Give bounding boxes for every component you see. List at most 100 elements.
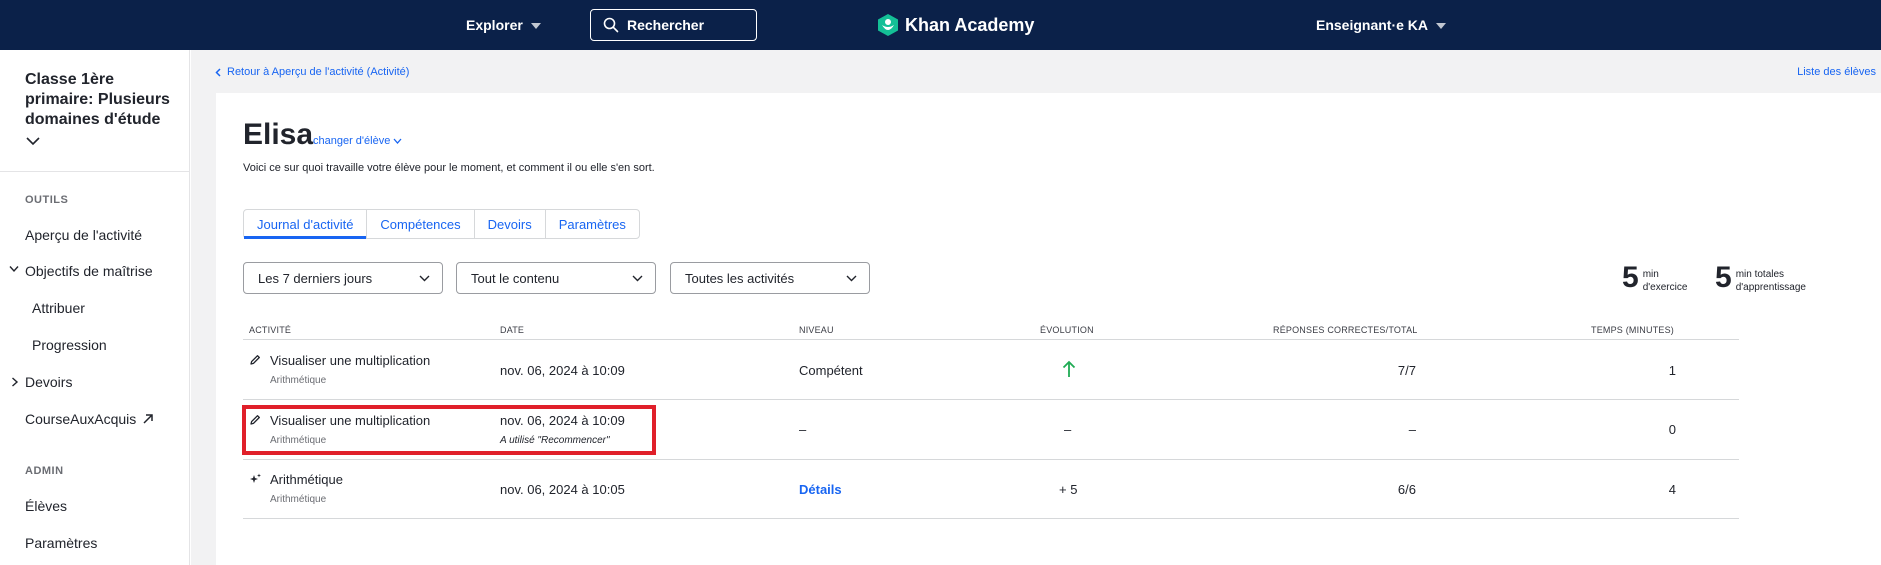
column-header-evolution[interactable]: ÉVOLUTION	[1040, 325, 1094, 335]
student-name: Elisa	[243, 118, 314, 151]
content-select-value: Tout le contenu	[471, 270, 560, 286]
admin-section-label: ADMIN	[25, 465, 64, 477]
back-link-label: Retour à Aperçu de l'activité (Activité)	[227, 66, 410, 78]
activity-subject: Arithmétique	[270, 375, 327, 386]
activity-evolution: –	[1064, 422, 1072, 437]
sidebar-item-assign[interactable]: Attribuer	[32, 300, 85, 316]
search-icon	[603, 17, 619, 33]
table-divider	[243, 339, 1739, 340]
intro-text: Voici ce sur quoi travaille votre élève …	[243, 162, 655, 174]
explore-menu-button[interactable]: Explorer	[466, 0, 541, 50]
caret-down-icon	[1436, 23, 1447, 29]
sidebar-item-students[interactable]: Élèves	[25, 498, 67, 514]
tab-activity-log[interactable]: Journal d'activité	[244, 210, 368, 239]
column-header-time[interactable]: TEMPS (MINUTES)	[1591, 325, 1674, 335]
column-header-level[interactable]: NIVEAU	[799, 325, 834, 335]
class-title: Classe 1ère primaire: Plusieurs domaines…	[25, 71, 170, 128]
sidebar-item-assignments[interactable]: Devoirs	[25, 374, 72, 390]
activity-level: –	[799, 422, 807, 437]
activity-evolution: + 5	[1059, 482, 1078, 497]
correct-total: –	[1408, 422, 1416, 437]
stat-unit: min totales	[1735, 269, 1785, 280]
table-divider	[243, 459, 1739, 460]
sidebar-item-label: Attribuer	[32, 300, 85, 316]
period-select[interactable]: Les 7 derniers jours	[243, 262, 443, 294]
activity-level: Compétent	[799, 363, 863, 378]
tab-label: Compétences	[380, 216, 461, 232]
user-label: Enseignant·e KA	[1316, 17, 1429, 33]
column-header-correct-total[interactable]: RÉPONSES CORRECTES/TOTAL	[1273, 325, 1418, 335]
chevron-left-icon	[215, 67, 221, 77]
activity-subject: Arithmétique	[270, 494, 327, 505]
highlight-box	[242, 405, 656, 455]
activity-date: nov. 06, 2024 à 10:09	[500, 363, 625, 378]
stat-unit: min	[1642, 269, 1659, 280]
top-navigation-bar: Explorer Rechercher Khan Academy Enseign…	[0, 0, 1881, 50]
time-minutes: 0	[1668, 422, 1676, 437]
column-header-activity[interactable]: ACTIVITÉ	[249, 325, 291, 335]
exercise-minutes-stat: 5 min d'exercice	[1622, 262, 1687, 294]
tab-skills[interactable]: Compétences	[367, 210, 475, 238]
learning-minutes-stat: 5 min totales d'apprentissage	[1715, 262, 1806, 294]
sidebar-item-label: Paramètres	[25, 535, 98, 551]
details-link[interactable]: Détails	[799, 482, 842, 497]
sidebar-item-course-challenge[interactable]: CourseAuxAcquis	[25, 411, 154, 427]
sidebar: Classe 1ère primaire: Plusieurs domaines…	[0, 50, 190, 565]
activity-title[interactable]: Visualiser une multiplication	[270, 353, 430, 368]
logo-text: Khan Academy	[905, 14, 1035, 35]
stat-caption: min totales d'apprentissage	[1736, 262, 1806, 294]
pencil-icon	[250, 355, 260, 365]
correct-total: 6/6	[1397, 482, 1416, 497]
chevron-down-icon	[846, 275, 857, 281]
khan-academy-logo[interactable]: Khan Academy	[877, 0, 1034, 50]
stat-label: d'exercice	[1642, 282, 1688, 293]
activities-select-value: Toutes les activités	[685, 270, 795, 286]
sidebar-item-settings[interactable]: Paramètres	[25, 535, 97, 551]
period-select-value: Les 7 derniers jours	[258, 270, 373, 286]
tab-label: Journal d'activité	[257, 216, 354, 232]
sidebar-item-label: Progression	[32, 337, 107, 353]
content-select[interactable]: Tout le contenu	[456, 262, 656, 294]
sidebar-divider	[0, 171, 190, 172]
sidebar-item-label: Devoirs	[25, 374, 73, 390]
chevron-down-icon	[393, 138, 402, 144]
khan-academy-logo-icon	[878, 14, 898, 36]
arrow-up-icon	[1062, 360, 1076, 377]
sidebar-item-label: Aperçu de l'activité	[25, 227, 143, 243]
stat-label: d'apprentissage	[1735, 282, 1806, 293]
sidebar-item-activity-overview[interactable]: Aperçu de l'activité	[25, 227, 142, 243]
change-student-label: changer d'élève	[313, 135, 391, 147]
time-minutes: 4	[1668, 482, 1676, 497]
activity-title[interactable]: Arithmétique	[270, 472, 343, 487]
search-input[interactable]: Rechercher	[590, 9, 757, 41]
tab-assignments[interactable]: Devoirs	[475, 210, 546, 238]
sidebar-item-mastery-goals[interactable]: Objectifs de maîtrise	[25, 263, 153, 279]
search-label: Rechercher	[627, 17, 705, 33]
sparkle-icon	[250, 473, 261, 483]
tab-label: Devoirs	[487, 216, 532, 232]
tab-settings[interactable]: Paramètres	[546, 210, 639, 238]
sidebar-item-progress[interactable]: Progression	[32, 337, 107, 353]
chevron-right-icon[interactable]	[11, 377, 19, 387]
chevron-down-icon	[419, 275, 430, 281]
student-list-link[interactable]: Liste des élèves	[1797, 66, 1876, 78]
chevron-down-icon[interactable]	[26, 136, 40, 146]
correct-total: 7/7	[1397, 363, 1416, 378]
stat-caption: min d'exercice	[1643, 262, 1688, 294]
tools-section-label: OUTILS	[25, 194, 69, 206]
caret-down-icon	[530, 23, 541, 29]
user-menu-button[interactable]: Enseignant·e KA	[1316, 0, 1447, 50]
table-divider	[243, 518, 1739, 519]
tab-label: Paramètres	[558, 216, 626, 232]
explore-label: Explorer	[466, 17, 523, 33]
stat-value: 5	[1622, 261, 1639, 294]
column-header-date[interactable]: DATE	[500, 325, 524, 335]
chevron-down-icon[interactable]	[9, 265, 19, 273]
tab-bar: Journal d'activité Compétences Devoirs P…	[243, 209, 640, 239]
change-student-button[interactable]: changer d'élève	[313, 135, 402, 147]
activities-select[interactable]: Toutes les activités	[670, 262, 870, 294]
time-minutes: 1	[1668, 363, 1676, 378]
sidebar-item-label: Élèves	[25, 498, 68, 514]
back-to-activity-overview-link[interactable]: Retour à Aperçu de l'activité (Activité)	[215, 66, 409, 78]
table-divider	[243, 399, 1739, 400]
